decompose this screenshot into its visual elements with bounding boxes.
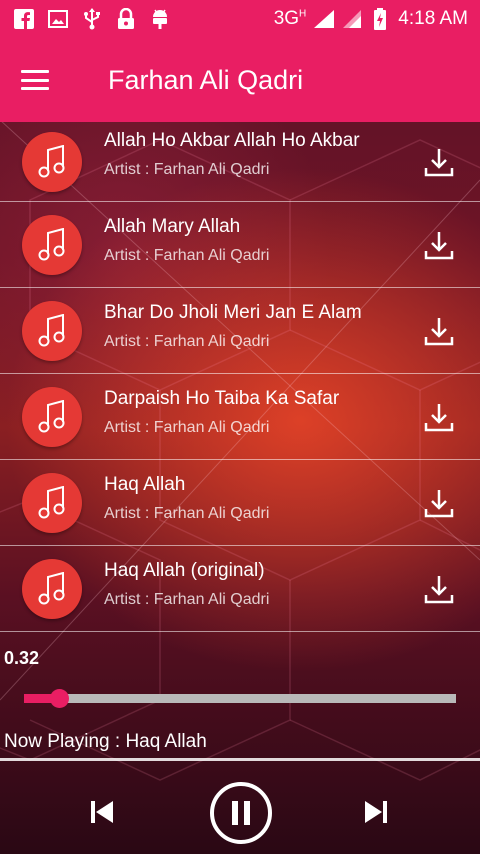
song-list-item[interactable]: Allah Mary Allah Artist : Farhan Ali Qadr… <box>0 202 480 288</box>
usb-icon <box>82 8 102 30</box>
music-note-icon <box>22 558 82 619</box>
elapsed-time: 0.32 <box>4 648 40 668</box>
song-artist: Artist : Farhan Ali Qadri <box>104 591 270 608</box>
download-icon <box>423 315 455 347</box>
song-artist: Artist : Farhan Ali Qadri <box>104 505 270 522</box>
now-playing-label: Now Playing : Haq Allah <box>4 731 207 752</box>
skip-previous-icon <box>91 801 113 823</box>
pause-button[interactable] <box>210 782 272 844</box>
song-text: Bhar Do Jholi Meri Jan E Alam Artist : Fa… <box>104 302 362 351</box>
skip-next-icon <box>365 801 387 823</box>
download-button[interactable] <box>420 398 458 436</box>
download-button[interactable] <box>420 226 458 264</box>
song-title: Allah Ho Akbar Allah Ho Akbar <box>104 130 360 151</box>
gallery-icon <box>48 9 68 29</box>
signal-strength-icon <box>314 9 335 29</box>
song-title: Bhar Do Jholi Meri Jan E Alam <box>104 302 362 323</box>
song-title: Allah Mary Allah <box>104 216 241 237</box>
app-title: Farhan Ali Qadri <box>108 64 304 95</box>
divider <box>0 758 480 761</box>
song-artist: Artist : Farhan Ali Qadri <box>104 419 270 436</box>
download-icon <box>423 401 455 433</box>
lock-icon <box>116 8 136 29</box>
battery-charging-icon <box>370 8 390 30</box>
song-artist: Artist : Farhan Ali Qadri <box>104 333 270 350</box>
android-icon <box>150 9 170 29</box>
song-text: Allah Mary Allah Artist : Farhan Ali Qadr… <box>104 216 269 265</box>
download-button[interactable] <box>420 484 458 522</box>
previous-button[interactable] <box>82 792 122 832</box>
song-list-item[interactable]: Darpaish Ho Taiba Ka Safar Artist : Farha… <box>0 374 480 460</box>
download-button[interactable] <box>420 570 458 608</box>
download-button[interactable] <box>420 143 458 181</box>
song-text: Darpaish Ho Taiba Ka Safar Artist : Farha… <box>104 388 339 437</box>
song-list-item[interactable]: Bhar Do Jholi Meri Jan E Alam Artist : Fa… <box>0 288 480 374</box>
song-list-item[interactable]: Haq Allah Artist : Farhan Ali Qadri <box>0 460 480 546</box>
app-bar: Farhan Ali Qadri <box>0 38 480 122</box>
menu-button[interactable] <box>0 38 70 122</box>
song-title: Darpaish Ho Taiba Ka Safar <box>104 388 340 409</box>
notification-icons <box>0 8 170 30</box>
song-text: Allah Ho Akbar Allah Ho Akbar Artist : Fa… <box>104 130 360 179</box>
system-status: 3GH 4:18 AM <box>274 8 480 30</box>
playback-controls <box>0 762 480 854</box>
song-text: Haq Allah Artist : Farhan Ali Qadri <box>104 474 269 523</box>
facebook-icon <box>14 9 34 29</box>
music-note-icon <box>22 472 82 533</box>
song-artist: Artist : Farhan Ali Qadri <box>104 247 270 264</box>
seek-bar[interactable] <box>24 689 456 708</box>
song-artist: Artist : Farhan Ali Qadri <box>104 161 270 178</box>
download-button[interactable] <box>420 312 458 350</box>
download-icon <box>423 146 455 178</box>
next-button[interactable] <box>356 792 396 832</box>
download-icon <box>423 573 455 605</box>
song-list-item[interactable]: Allah Ho Akbar Allah Ho Akbar Artist : Fa… <box>0 122 480 202</box>
download-icon <box>423 487 455 519</box>
download-icon <box>423 229 455 261</box>
song-list[interactable]: Allah Ho Akbar Allah Ho Akbar Artist : Fa… <box>0 122 480 632</box>
status-bar: 3GH 4:18 AM <box>0 0 480 38</box>
pause-icon <box>232 801 250 825</box>
seek-thumb[interactable] <box>49 689 69 708</box>
network-type: 3GH <box>273 8 307 29</box>
music-note-icon <box>22 300 82 361</box>
song-title: Haq Allah <box>104 474 186 495</box>
hamburger-menu-icon <box>21 70 49 90</box>
song-text: Haq Allah (original) Artist : Farhan Ali … <box>104 560 269 609</box>
music-note-icon <box>22 131 82 192</box>
clock: 4:18 AM <box>398 8 468 29</box>
signal-strength-2-icon <box>342 9 362 29</box>
music-note-icon <box>22 386 82 447</box>
song-list-item[interactable]: Haq Allah (original) Artist : Farhan Ali … <box>0 546 480 632</box>
song-title: Haq Allah (original) <box>104 560 265 581</box>
music-note-icon <box>22 214 82 275</box>
